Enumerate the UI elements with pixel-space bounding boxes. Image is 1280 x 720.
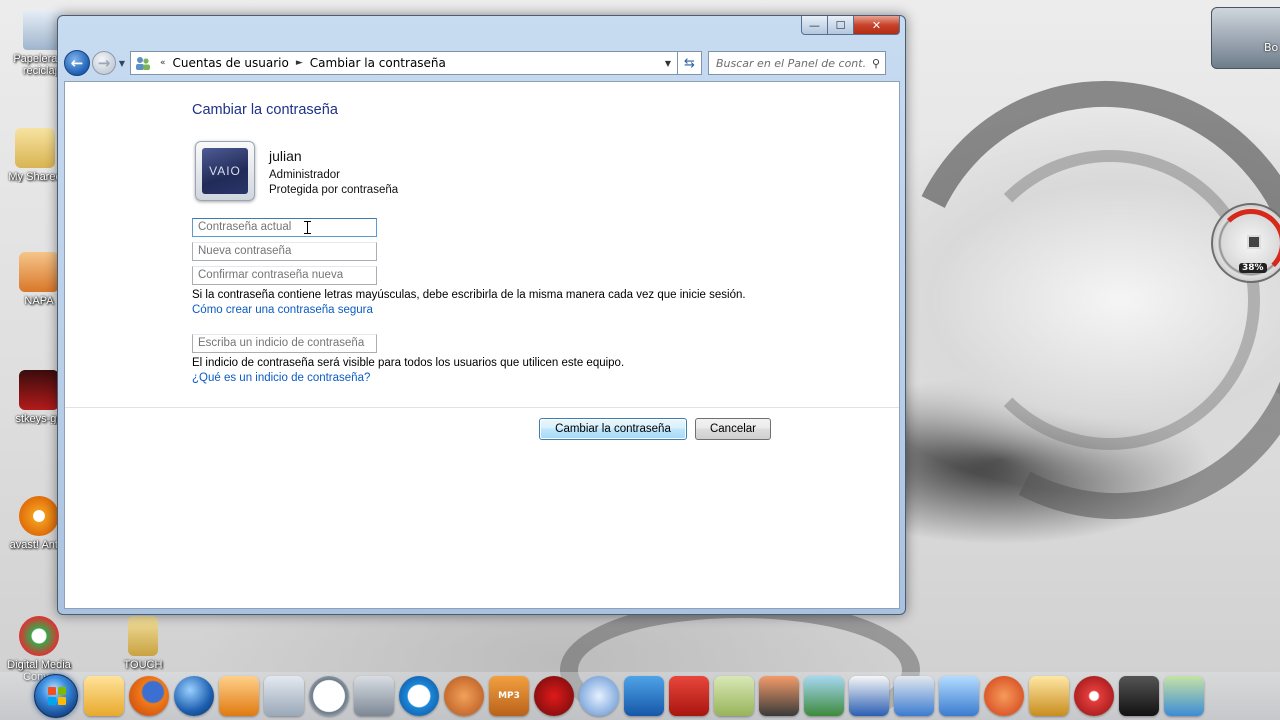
gadget-text: Bo xyxy=(1264,41,1279,54)
search-box[interactable]: Buscar en el Panel de cont... ⚲ xyxy=(708,51,886,75)
gauge-center-icon xyxy=(1247,235,1261,249)
confirm-password-field[interactable] xyxy=(192,266,377,285)
address-bar[interactable]: « Cuentas de usuario ► Cambiar la contra… xyxy=(130,51,678,75)
content-pane: Cambiar la contraseña VAIO julian Admini… xyxy=(64,81,900,609)
slideshow-gadget[interactable]: Bo xyxy=(1211,7,1280,69)
dock: MP3 xyxy=(84,672,1280,720)
mp3-download-icon[interactable]: MP3 xyxy=(489,676,529,716)
folder-icon[interactable] xyxy=(84,676,124,716)
change-password-button[interactable]: Cambiar la contraseña xyxy=(539,418,687,440)
desktop-icon-label: My Shared xyxy=(8,171,62,183)
media-player-icon[interactable] xyxy=(219,676,259,716)
notes-icon[interactable] xyxy=(714,676,754,716)
play-icon[interactable] xyxy=(624,676,664,716)
user-accounts-icon xyxy=(136,57,150,70)
divider xyxy=(65,407,899,408)
minimize-icon: — xyxy=(809,18,820,32)
refresh-button[interactable]: ⇆ xyxy=(678,51,702,75)
trash-icon[interactable] xyxy=(264,676,304,716)
page-title: Cambiar la contraseña xyxy=(192,102,338,118)
search-placeholder: Buscar en el Panel de cont... xyxy=(716,56,867,70)
desktop-icon-label: TOUCH xyxy=(123,659,163,671)
confirm-password-input[interactable] xyxy=(198,269,371,281)
hint-visibility-note: El indicio de contraseña será visible pa… xyxy=(192,357,625,369)
what-is-hint-link[interactable]: ¿Qué es un indicio de contraseña? xyxy=(192,372,370,384)
mp3-label: MP3 xyxy=(498,691,520,701)
gauge-percent: 38% xyxy=(1239,263,1267,273)
minimize-button[interactable]: — xyxy=(801,16,828,35)
caption-buttons: — ☐ ✕ xyxy=(801,16,900,35)
home-icon[interactable] xyxy=(1029,676,1069,716)
photos-icon[interactable] xyxy=(939,676,979,716)
desktop-icon-label: NAPA xyxy=(24,295,54,307)
secure-password-link[interactable]: Cómo crear una contraseña segura xyxy=(192,304,373,316)
breadcrumb-overflow[interactable]: « xyxy=(160,58,166,68)
network-icon[interactable] xyxy=(804,676,844,716)
chevron-down-icon: ▼ xyxy=(118,58,126,68)
paint-icon[interactable] xyxy=(984,676,1024,716)
wallpaper-car-curve xyxy=(960,150,1260,450)
acrobat-icon[interactable] xyxy=(669,676,709,716)
close-icon: ✕ xyxy=(871,18,882,32)
control-panel-window[interactable]: — ☐ ✕ ← → ▼ « Cuentas de usuario ► Cambi… xyxy=(57,15,906,615)
firefox-icon[interactable] xyxy=(129,676,169,716)
address-history-dropdown[interactable]: ▼ xyxy=(659,59,677,68)
breadcrumb-change-password[interactable]: Cambiar la contraseña xyxy=(308,56,448,70)
baseball-glove-icon[interactable] xyxy=(444,676,484,716)
start-button[interactable] xyxy=(34,674,78,718)
sync-icon[interactable] xyxy=(399,676,439,716)
youtube-icon[interactable] xyxy=(579,676,619,716)
current-password-field[interactable] xyxy=(192,218,377,237)
back-button[interactable]: ← xyxy=(64,50,90,76)
desktop-icon-touch[interactable]: TOUCH xyxy=(108,616,178,671)
user-avatar: VAIO xyxy=(195,141,255,201)
password-hint-field[interactable] xyxy=(192,334,377,353)
napa-shortcut-icon xyxy=(19,252,59,292)
case-sensitivity-note: Si la contraseña contiene letras mayúscu… xyxy=(192,289,746,301)
refresh-icon: ⇆ xyxy=(684,55,695,71)
movie-icon[interactable] xyxy=(1119,676,1159,716)
arch-app-icon[interactable] xyxy=(849,676,889,716)
burn-icon[interactable] xyxy=(1074,676,1114,716)
google-earth-icon[interactable] xyxy=(174,676,214,716)
time-machine-icon[interactable] xyxy=(354,676,394,716)
new-password-field[interactable] xyxy=(192,242,377,261)
vaio-logo: VAIO xyxy=(202,148,248,194)
maximize-button[interactable]: ☐ xyxy=(828,16,854,35)
close-button[interactable]: ✕ xyxy=(854,16,900,35)
stkeys-icon xyxy=(19,370,59,410)
avast-icon xyxy=(19,496,59,536)
arrow-right-icon: → xyxy=(97,54,111,72)
photo-icon[interactable] xyxy=(759,676,799,716)
user-name: julian xyxy=(269,148,302,164)
new-password-input[interactable] xyxy=(198,245,371,257)
arrow-left-icon: ← xyxy=(70,54,84,72)
password-hint-input[interactable] xyxy=(198,337,371,349)
users-icon[interactable] xyxy=(1164,676,1204,716)
maximize-icon: ☐ xyxy=(835,18,846,32)
navigation-bar: ← → ▼ « Cuentas de usuario ► Cambiar la … xyxy=(64,49,899,77)
folder-icon xyxy=(128,616,158,656)
desktop-icon-label: stkeys-gu xyxy=(15,413,63,425)
digital-media-icon xyxy=(19,616,59,656)
folder-icon xyxy=(15,128,55,168)
text-cursor-icon xyxy=(304,221,311,234)
user-status: Protegida por contraseña xyxy=(269,184,399,196)
current-password-input[interactable] xyxy=(198,221,371,233)
breadcrumb-user-accounts[interactable]: Cuentas de usuario xyxy=(171,56,291,70)
ferrari-icon[interactable] xyxy=(534,676,574,716)
breadcrumb-separator-icon[interactable]: ► xyxy=(296,58,303,68)
search-icon[interactable]: ⚲ xyxy=(867,57,885,70)
clock-icon[interactable] xyxy=(309,676,349,716)
forward-button[interactable]: → xyxy=(92,51,116,75)
help-icon[interactable] xyxy=(894,676,934,716)
recent-pages-dropdown[interactable]: ▼ xyxy=(116,59,128,68)
user-role: Administrador xyxy=(269,169,340,181)
cancel-button[interactable]: Cancelar xyxy=(695,418,771,440)
